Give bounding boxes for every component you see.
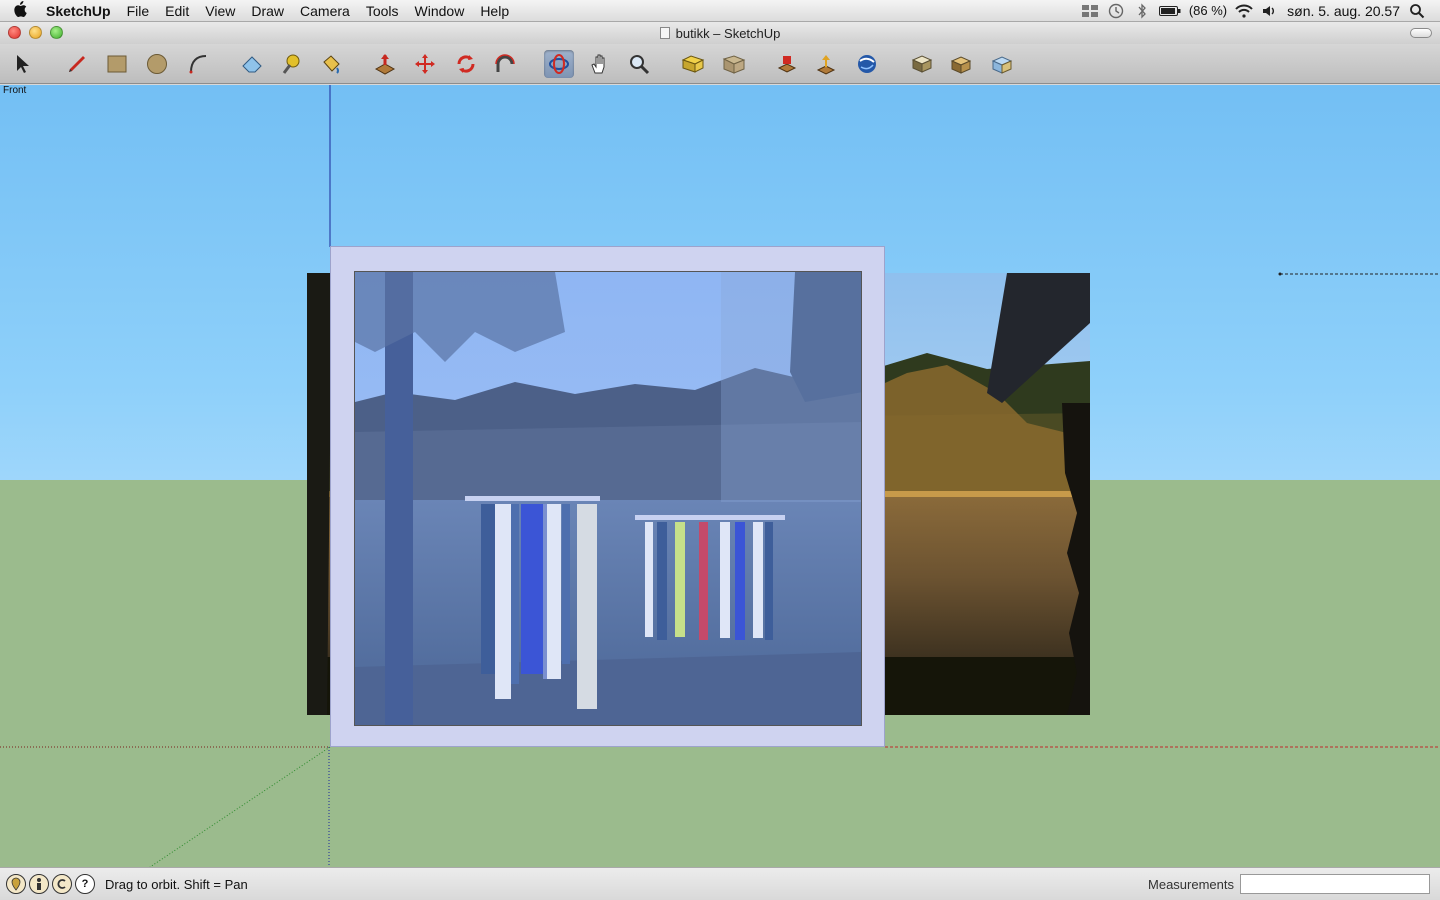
menu-view[interactable]: View xyxy=(197,0,243,22)
modeling-viewport[interactable]: Front xyxy=(0,85,1440,867)
guide-point xyxy=(1278,272,1282,276)
minimize-window-button[interactable] xyxy=(29,26,42,39)
arc-tool-button[interactable] xyxy=(184,50,214,78)
paint-bucket-tool-button[interactable] xyxy=(316,50,346,78)
follow-me-tool-button[interactable] xyxy=(490,50,520,78)
close-window-button[interactable] xyxy=(8,26,21,39)
status-hint-text: Drag to orbit. Shift = Pan xyxy=(105,876,248,892)
menubar-clock[interactable]: søn. 5. aug. 20.57 xyxy=(1287,3,1400,19)
toolbar-toggle-button[interactable] xyxy=(1410,28,1432,38)
section-display-tool-button[interactable] xyxy=(719,50,749,78)
measurements-label: Measurements xyxy=(1148,876,1234,892)
green-axis-dotted xyxy=(149,746,331,867)
apple-menu-icon[interactable] xyxy=(0,0,40,21)
shop-display-image xyxy=(355,272,861,725)
eraser-icon xyxy=(242,56,262,73)
add-location-icon xyxy=(950,56,972,74)
section-display-icon xyxy=(722,55,746,74)
add-location-tool-button[interactable] xyxy=(946,50,976,78)
bluetooth-icon[interactable] xyxy=(1133,2,1151,19)
arc-icon xyxy=(189,55,207,74)
orbit-icon xyxy=(549,54,569,74)
section-plane-icon xyxy=(681,55,705,73)
help-icon[interactable]: ? xyxy=(75,874,95,894)
section-plane-tool-button[interactable] xyxy=(678,50,708,78)
tape-measure-icon xyxy=(282,54,300,74)
menu-edit[interactable]: Edit xyxy=(157,0,197,22)
rectangle-icon xyxy=(107,55,127,73)
select-tool-button[interactable] xyxy=(8,50,38,78)
share-model-icon xyxy=(816,55,836,75)
follow-me-icon xyxy=(495,54,515,72)
battery-icon[interactable] xyxy=(1158,4,1181,18)
move-tool-button[interactable] xyxy=(410,50,440,78)
window-controls xyxy=(8,26,63,39)
menu-camera[interactable]: Camera xyxy=(292,0,358,22)
add-building-icon xyxy=(991,56,1013,74)
google-earth-icon xyxy=(858,55,876,73)
google-earth-tool-button[interactable] xyxy=(852,50,882,78)
menubar: SketchUp File Edit View Draw Camera Tool… xyxy=(0,0,1440,22)
menu-help[interactable]: Help xyxy=(472,0,517,22)
rotate-icon xyxy=(457,55,475,73)
pencil-icon xyxy=(69,56,85,72)
pan-hand-icon xyxy=(591,54,605,74)
menu-tools[interactable]: Tools xyxy=(358,0,407,22)
components-icon xyxy=(911,55,933,73)
push-pull-tool-button[interactable] xyxy=(370,50,400,78)
paint-bucket-icon xyxy=(323,55,340,74)
zoom-tool-button[interactable] xyxy=(624,50,654,78)
orbit-tool-button[interactable] xyxy=(544,50,574,78)
battery-percent: (86 %) xyxy=(1188,3,1228,18)
menu-window[interactable]: Window xyxy=(407,0,473,22)
zoom-magnifier-icon xyxy=(630,55,650,75)
spotlight-search-icon[interactable] xyxy=(1408,3,1426,18)
menu-draw[interactable]: Draw xyxy=(243,0,292,22)
circle-tool-button[interactable] xyxy=(142,50,172,78)
select-arrow-icon xyxy=(17,55,29,73)
move-icon xyxy=(415,54,435,74)
measurements-input[interactable] xyxy=(1240,874,1430,894)
display-panel-model[interactable] xyxy=(330,246,885,747)
menu-file[interactable]: File xyxy=(119,0,158,22)
document-icon xyxy=(659,27,670,39)
pan-tool-button[interactable] xyxy=(585,50,615,78)
components-tool-button[interactable] xyxy=(907,50,937,78)
volume-icon[interactable] xyxy=(1261,4,1279,18)
rotate-tool-button[interactable] xyxy=(451,50,481,78)
credits-icon[interactable] xyxy=(29,874,49,894)
app-menu[interactable]: SketchUp xyxy=(40,0,119,22)
status-icons: ? xyxy=(0,874,95,894)
time-machine-icon[interactable] xyxy=(1107,3,1125,18)
add-building-tool-button[interactable] xyxy=(987,50,1017,78)
push-pull-icon xyxy=(374,54,396,75)
status-bar: ? Drag to orbit. Shift = Pan Measurement… xyxy=(0,867,1440,900)
window-title: butikk – SketchUp xyxy=(675,25,781,41)
get-models-icon xyxy=(777,56,797,73)
menubar-status-area: (86 %) søn. 5. aug. 20.57 xyxy=(1081,3,1440,19)
circle-icon xyxy=(147,54,167,74)
panel-photo-texture xyxy=(354,271,862,726)
geo-location-icon[interactable] xyxy=(6,874,26,894)
spaces-icon[interactable] xyxy=(1081,4,1099,18)
copyright-icon[interactable] xyxy=(52,874,72,894)
rectangle-tool-button[interactable] xyxy=(102,50,132,78)
wifi-icon[interactable] xyxy=(1235,4,1253,18)
get-models-tool-button[interactable] xyxy=(772,50,802,78)
pencil-tool-button[interactable] xyxy=(62,50,92,78)
zoom-window-button[interactable] xyxy=(50,26,63,39)
share-model-tool-button[interactable] xyxy=(811,50,841,78)
main-toolbar xyxy=(0,44,1440,84)
tape-measure-tool-button[interactable] xyxy=(276,50,306,78)
window-titlebar[interactable]: butikk – SketchUp xyxy=(0,22,1440,44)
eraser-tool-button[interactable] xyxy=(237,50,267,78)
